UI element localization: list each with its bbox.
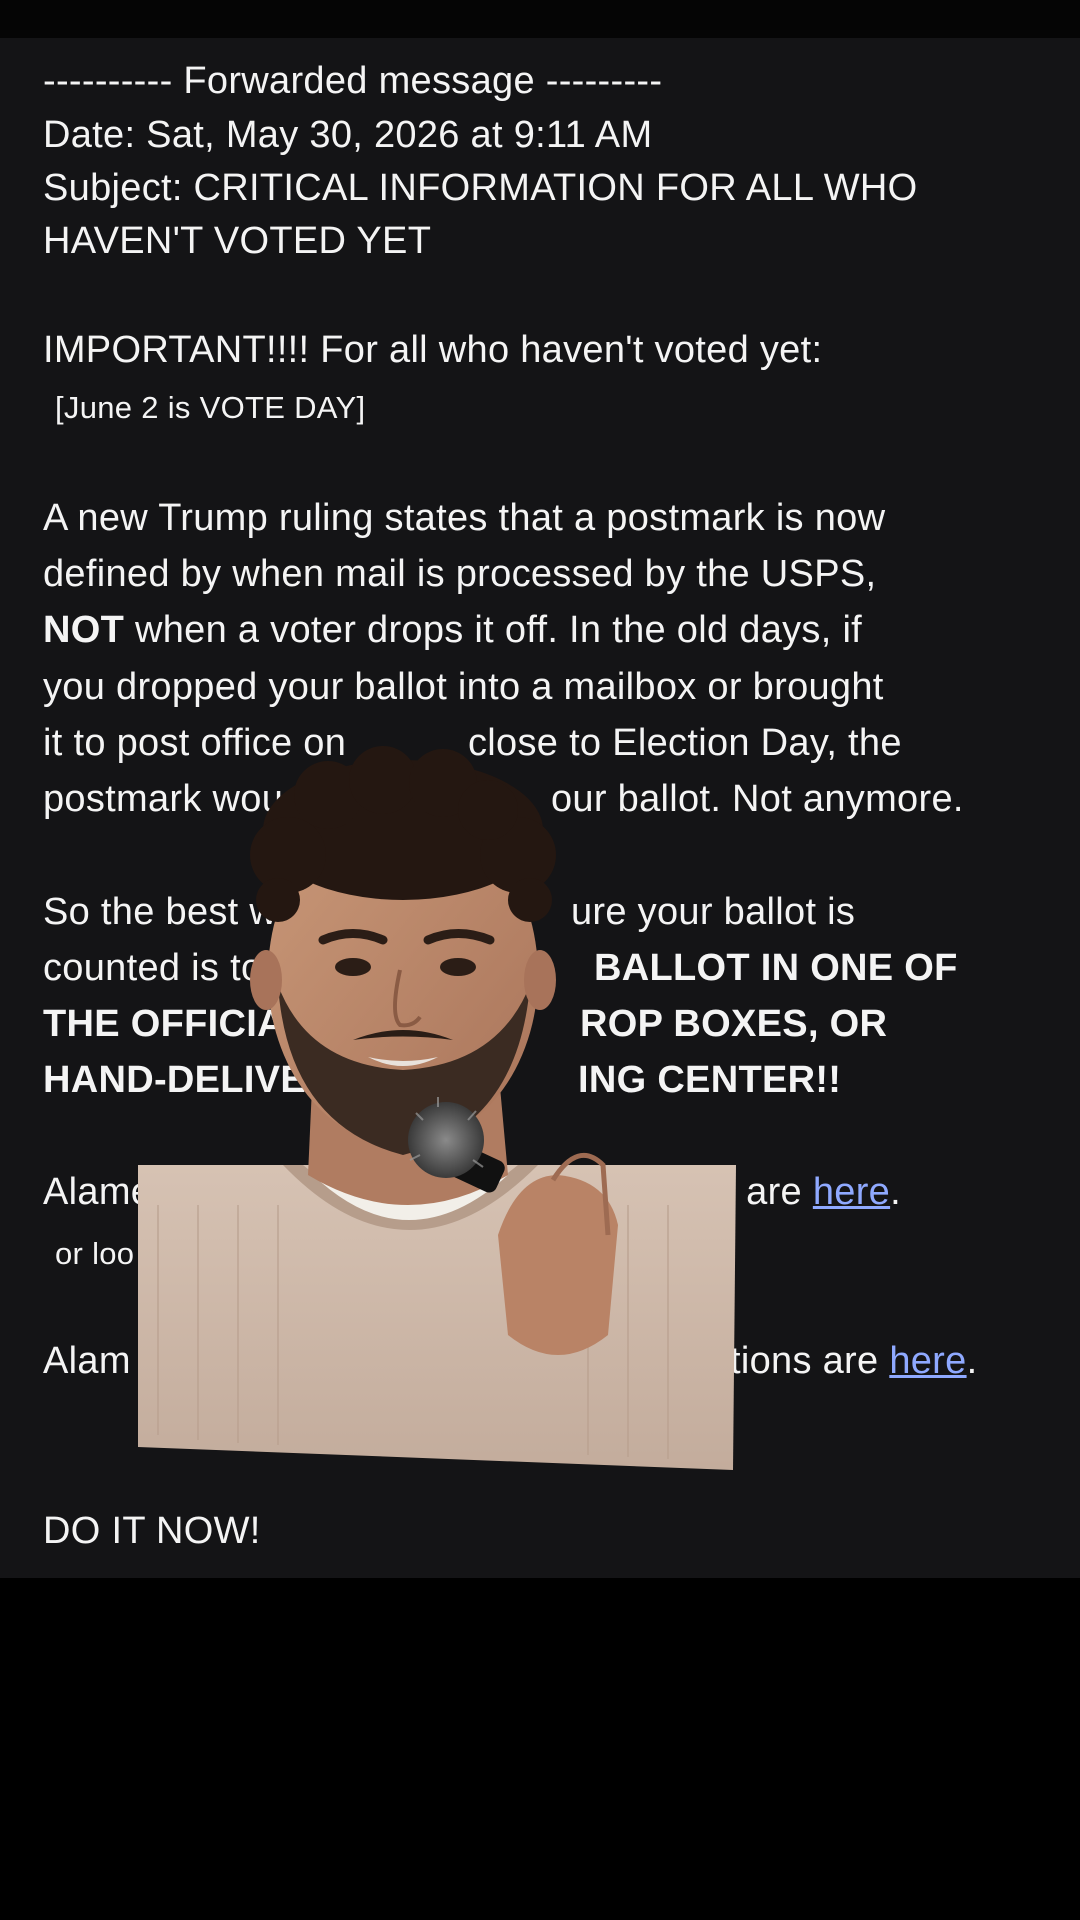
here-link-1[interactable]: here	[813, 1171, 890, 1213]
alameda-line-1b: s are here.	[716, 1169, 901, 1215]
period-1: .	[890, 1171, 901, 1213]
speaker-webcam-overlay	[138, 735, 736, 1470]
here-link-2[interactable]: here	[889, 1340, 966, 1382]
paragraph-1-line-3-rest: when a voter drops it off. In the old da…	[124, 609, 863, 651]
subject-line-1: Subject: CRITICAL INFORMATION FOR ALL WH…	[43, 167, 918, 209]
paragraph-1-line-4: you dropped your ballot into a mailbox o…	[43, 666, 884, 708]
top-status-band	[0, 0, 1080, 38]
alameda-line-2a: Alam	[43, 1340, 131, 1382]
alameda-line-2b: tions are here.	[730, 1338, 977, 1384]
paragraph-1-line-1: A new Trump ruling states that a postmar…	[43, 497, 886, 539]
subject-line-2: HAVEN'T VOTED YET	[43, 220, 432, 262]
forward-header: ---------- Forwarded message ---------	[43, 60, 663, 102]
or-look-text: or loo	[55, 1236, 135, 1271]
paragraph-1-line-3: NOT when a voter drops it off. In the ol…	[43, 607, 862, 653]
paragraph-1-line-2: defined by when mail is processed by the…	[43, 553, 877, 595]
date-line: Date: Sat, May 30, 2026 at 9:11 AM	[43, 114, 653, 156]
bottom-black-area	[0, 1578, 1080, 1920]
closing-line: DO IT NOW!	[43, 1510, 261, 1552]
vote-day-note: [June 2 is VOTE DAY]	[55, 390, 366, 425]
not-emphasis: NOT	[43, 609, 125, 651]
alameda-line-1a: Alame	[43, 1171, 153, 1213]
period-2: .	[966, 1340, 978, 1382]
alameda-line-2b-text: tions are	[730, 1340, 890, 1382]
important-line: IMPORTANT!!!! For all who haven't voted …	[43, 329, 823, 371]
